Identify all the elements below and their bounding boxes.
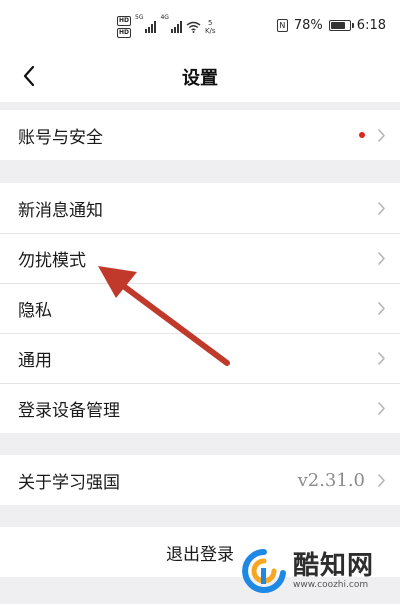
row-right [377,283,386,333]
hd-badge-bottom: HD [117,28,132,38]
network-speed-unit: K/s [204,27,216,35]
battery-icon [328,20,354,31]
row-privacy[interactable]: 隐私 [0,283,400,333]
row-account-security[interactable]: 账号与安全 [0,110,400,160]
wifi-icon [186,21,201,33]
row-label: 新消息通知 [18,200,103,221]
row-right [377,383,386,433]
row-right [377,183,386,233]
chevron-right-icon [378,401,385,415]
chevron-right-icon [378,473,385,487]
settings-group-account: 账号与安全 [0,110,400,160]
nfc-icon: N [276,19,288,32]
row-right [377,233,386,283]
row-label: 通用 [18,350,52,371]
status-indicators: HD HD 5G 4G 5 K/s [117,14,216,40]
page-title: 设置 [182,68,218,89]
logout-label: 退出登录 [166,544,234,565]
row-right [377,333,386,383]
red-dot-badge [359,132,365,138]
watermark-brand: 酷知网 [293,551,375,581]
row-about[interactable]: 关于学习强国 v2.31.0 [0,455,400,505]
row-message-notifications[interactable]: 新消息通知 [0,183,400,233]
hd-badges: HD HD [117,16,132,38]
signal-icon-2 [170,21,182,33]
coozhi-logo-icon [242,549,286,593]
settings-group-about: 关于学习强国 v2.31.0 [0,455,400,505]
battery-percent: 78% [293,18,323,33]
watermark-text: 酷知网 www.coozhi.com [293,552,374,590]
row-right: v2.31.0 [298,455,386,505]
clock: 6:18 [356,18,386,33]
watermark: 酷知网 www.coozhi.com [241,545,391,597]
row-label: 登录设备管理 [18,400,120,421]
chevron-right-icon [378,128,385,142]
watermark-url: www.coozhi.com [293,580,369,590]
network-speed: 5 K/s [205,19,216,35]
row-do-not-disturb[interactable]: 勿扰模式 [0,233,400,283]
signal-icon [145,21,157,33]
status-right: N 78% 6:18 [276,18,386,33]
chevron-right-icon [378,251,385,265]
row-label: 隐私 [18,300,52,321]
header: 设置 [0,50,400,102]
network-label-2: 4G [160,14,169,21]
row-device-management[interactable]: 登录设备管理 [0,383,400,433]
row-general[interactable]: 通用 [0,333,400,383]
settings-group-main: 新消息通知 勿扰模式 隐私 通用 登录设备管理 [0,183,400,433]
row-right [359,110,386,160]
network-speed-value: 5 [208,19,213,27]
chevron-right-icon [378,301,385,315]
row-label: 勿扰模式 [18,250,86,271]
hd-badge-top: HD [117,16,132,26]
status-bar: HD HD 5G 4G 5 K/s N 78% 6:18 [0,0,400,50]
battery-fill [330,22,345,29]
version-value: v2.31.0 [297,469,365,491]
row-label: 账号与安全 [18,127,103,148]
row-label: 关于学习强国 [18,472,120,493]
chevron-right-icon [378,201,385,215]
chevron-right-icon [378,351,385,365]
network-label-1: 5G [135,14,144,21]
